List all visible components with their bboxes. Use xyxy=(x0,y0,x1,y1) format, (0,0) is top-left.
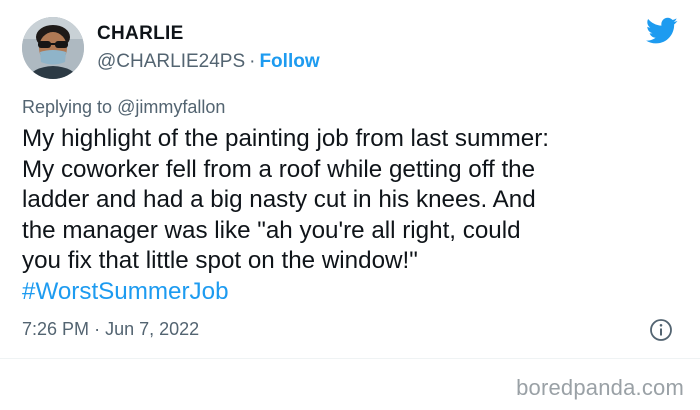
tweet-line: ladder and had a big nasty cut in his kn… xyxy=(22,186,536,213)
watermark: boredpanda.com xyxy=(516,375,684,400)
separator-dot: · xyxy=(249,51,256,72)
tweet-line: you fix that little spot on the window!" xyxy=(22,247,418,274)
follow-button[interactable]: Follow xyxy=(259,51,319,72)
avatar-image xyxy=(22,17,84,79)
tweet-text: My highlight of the painting job from la… xyxy=(22,124,692,307)
tweet-line: the manager was like "ah you're all righ… xyxy=(22,216,521,244)
info-icon[interactable] xyxy=(649,318,673,342)
divider xyxy=(0,358,700,359)
avatar[interactable] xyxy=(22,17,84,79)
author-name[interactable]: CHARLIE xyxy=(97,22,184,46)
twitter-bird-icon[interactable] xyxy=(646,17,678,45)
reply-prefix: Replying to xyxy=(22,97,113,117)
tweet-timestamp[interactable]: 7:26 PM · Jun 7, 2022 xyxy=(22,318,199,340)
author-handle[interactable]: @CHARLIE24PS xyxy=(97,51,245,72)
separator-dot: · xyxy=(94,319,101,339)
tweet-time: 7:26 PM xyxy=(22,319,90,339)
reply-context: Replying to @jimmyfallon xyxy=(22,96,225,118)
tweet-date: Jun 7, 2022 xyxy=(105,319,200,339)
hashtag-link[interactable]: #WorstSummerJob xyxy=(22,277,692,308)
reply-target-link[interactable]: @jimmyfallon xyxy=(117,97,225,117)
tweet-line: My coworker fell from a roof while getti… xyxy=(22,155,536,183)
handle-row: @CHARLIE24PS · Follow xyxy=(97,50,320,74)
tweet-line: My highlight of the painting job from la… xyxy=(22,125,549,152)
